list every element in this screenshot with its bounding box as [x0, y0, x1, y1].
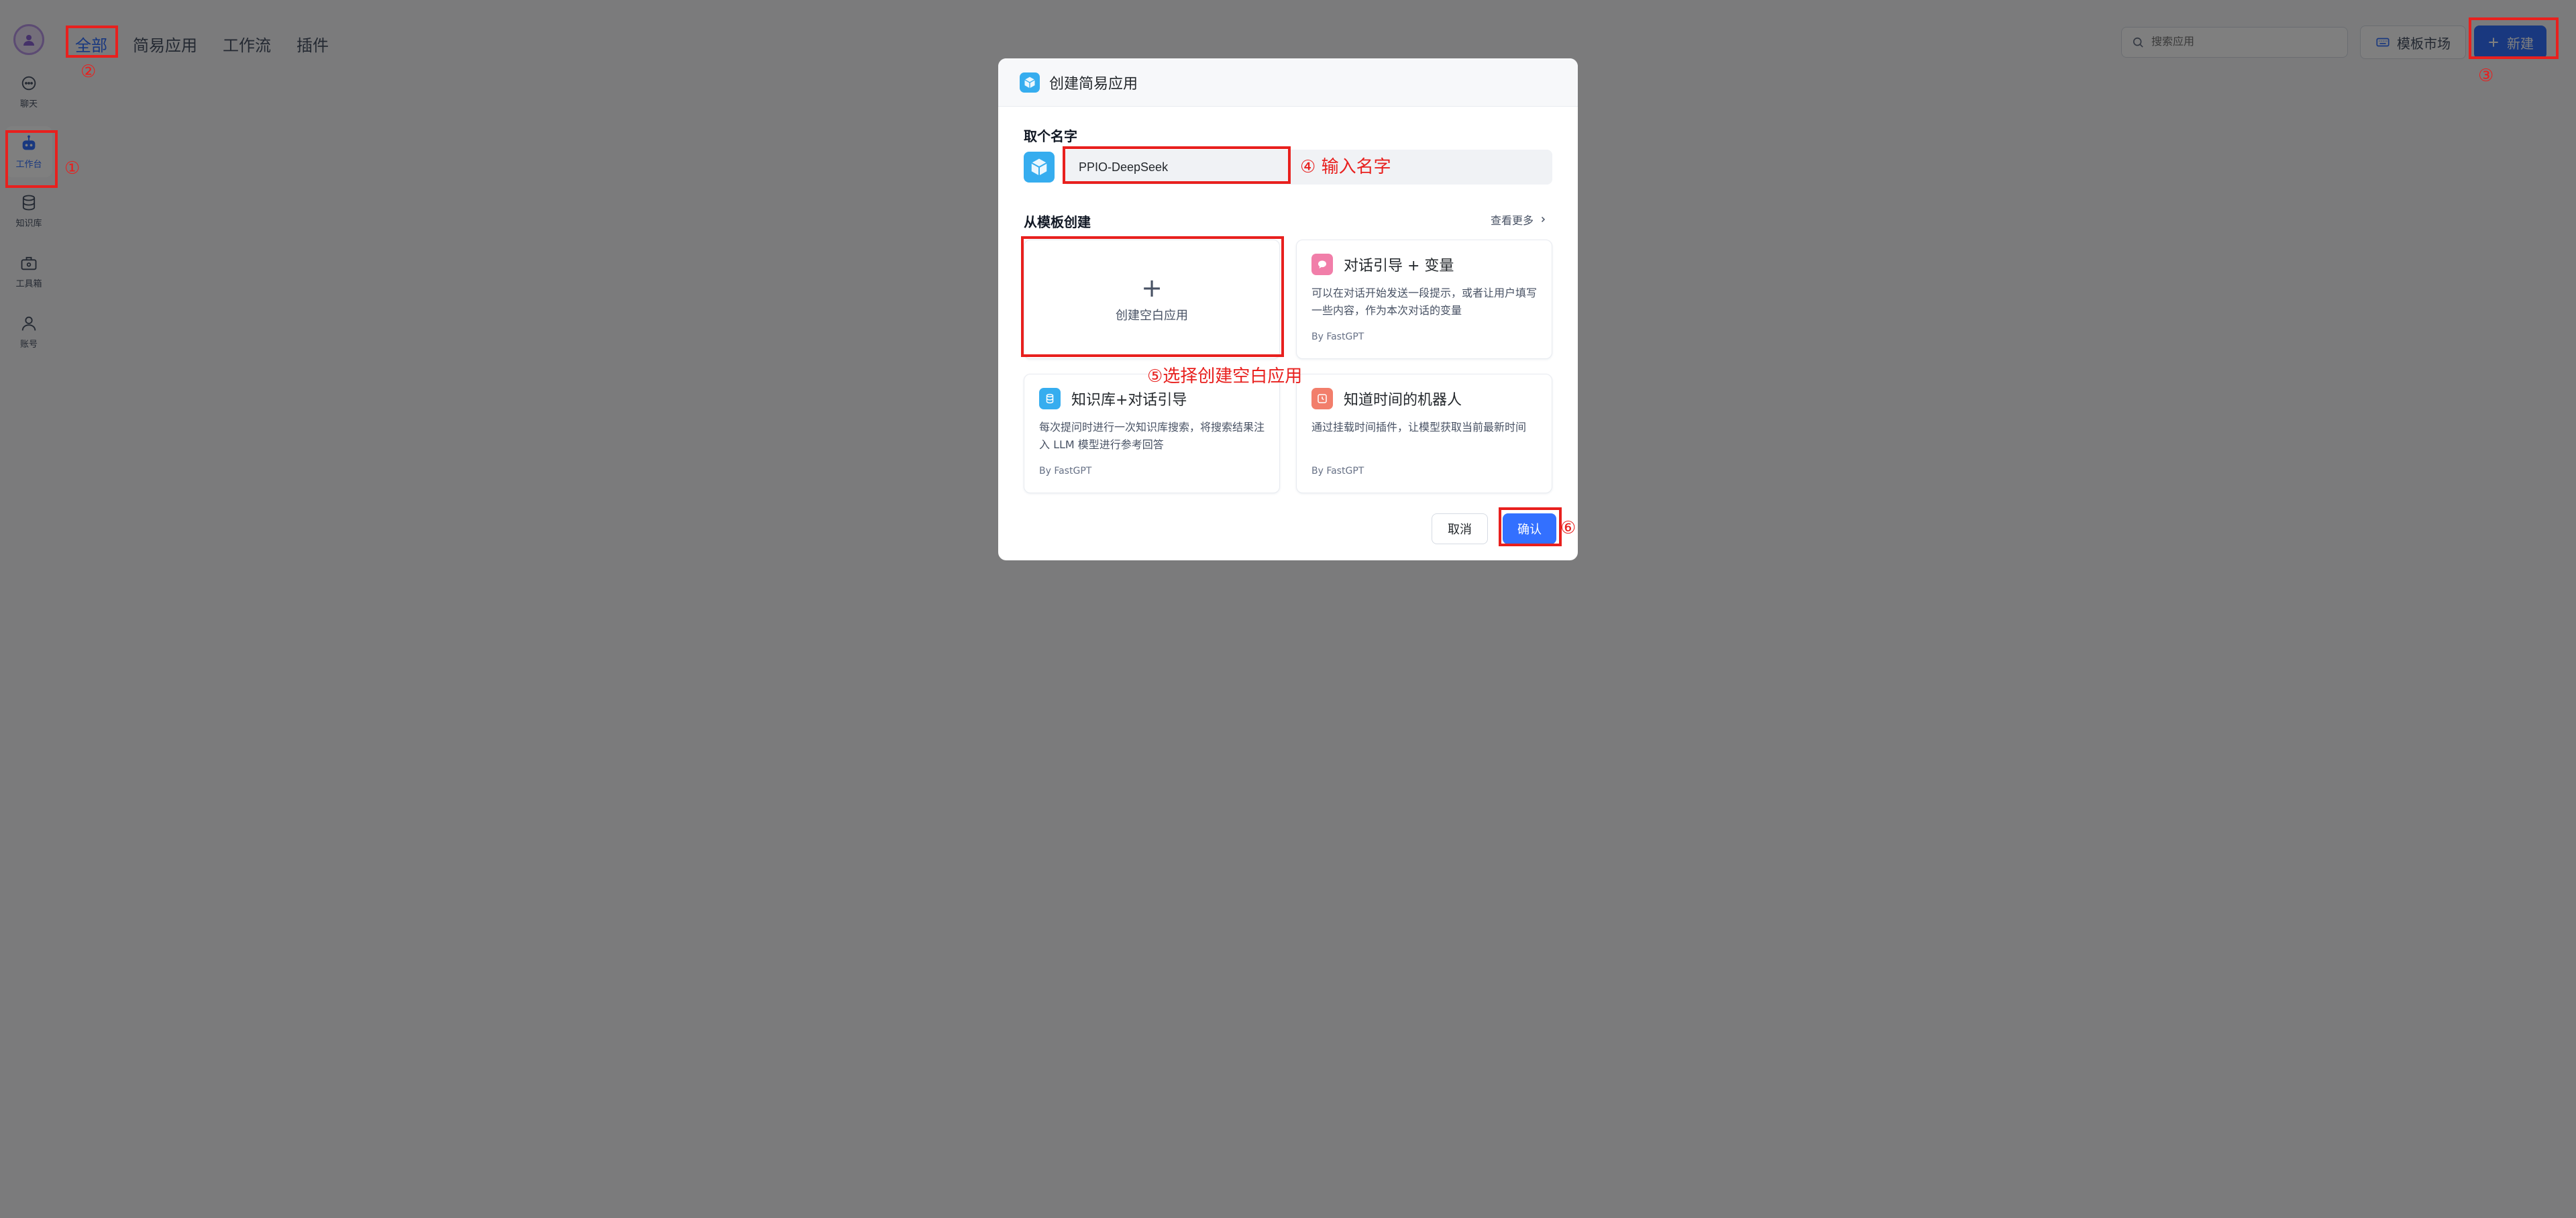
app-avatar-picker[interactable]: [1024, 152, 1055, 183]
template-card-title: 对话引导 + 变量: [1311, 254, 1454, 275]
annotation-box-all-tab: [66, 26, 118, 58]
annotation-step-6: ⑥: [1560, 518, 1576, 538]
name-section-label: 取个名字: [1024, 128, 1077, 144]
chat-bubble-icon: [1311, 254, 1333, 275]
template-card-time-bot[interactable]: 知道时间的机器人 通过挂载时间插件，让模型获取当前最新时间 By FastGPT: [1296, 374, 1552, 493]
template-author: By FastGPT: [1311, 332, 1364, 342]
see-more-link[interactable]: 查看更多: [1491, 211, 1547, 227]
modal-header: 创建简易应用: [998, 58, 1578, 107]
template-section-label: 从模板创建: [1024, 214, 1091, 230]
database-icon: [1039, 388, 1061, 409]
template-card-knowledge-guide[interactable]: 知识库+对话引导 每次提问时进行一次知识库搜索，将搜索结果注入 LLM 模型进行…: [1024, 374, 1280, 493]
template-title-text: 对话引导 + 变量: [1344, 258, 1454, 274]
template-author: By FastGPT: [1311, 466, 1364, 476]
annotation-step-1: ①: [64, 158, 80, 179]
template-title-text: 知识库+对话引导: [1071, 392, 1187, 409]
annotation-box-confirm: [1499, 507, 1562, 546]
annotation-step-2: ②: [80, 62, 97, 82]
template-card-title: 知道时间的机器人: [1311, 388, 1462, 409]
modal-title: 创建简易应用: [1049, 75, 1138, 93]
annotation-box-blank-app: [1021, 236, 1284, 357]
template-desc: 每次提问时进行一次知识库搜索，将搜索结果注入 LLM 模型进行参考回答: [1039, 421, 1265, 451]
chevron-right-icon: [1541, 216, 1546, 223]
annotation-step-5: ⑤选择创建空白应用: [1147, 366, 1303, 387]
template-desc: 可以在对话开始发送一段提示，或者让用户填写一些内容，作为本次对话的变量: [1311, 287, 1538, 317]
template-card-dialog-guide[interactable]: 对话引导 + 变量 可以在对话开始发送一段提示，或者让用户填写一些内容，作为本次…: [1296, 240, 1552, 359]
annotation-box-new: [2469, 17, 2559, 59]
annotation-step-3: ③: [2478, 66, 2494, 86]
template-author: By FastGPT: [1039, 466, 1092, 476]
clock-plugin-icon: [1311, 388, 1333, 409]
annotation-box-name-input: [1063, 146, 1291, 184]
template-desc: 通过挂载时间插件，让模型获取当前最新时间: [1311, 421, 1527, 434]
cube-icon: [1031, 158, 1047, 176]
annotation-box-workbench: [5, 130, 58, 188]
cube-icon: [1020, 72, 1040, 93]
see-more-label: 查看更多: [1491, 214, 1534, 227]
template-card-title: 知识库+对话引导: [1039, 388, 1187, 409]
annotation-step-4: ④ 输入名字: [1300, 157, 1391, 177]
cancel-button[interactable]: 取消: [1432, 513, 1488, 544]
template-title-text: 知道时间的机器人: [1344, 392, 1462, 409]
